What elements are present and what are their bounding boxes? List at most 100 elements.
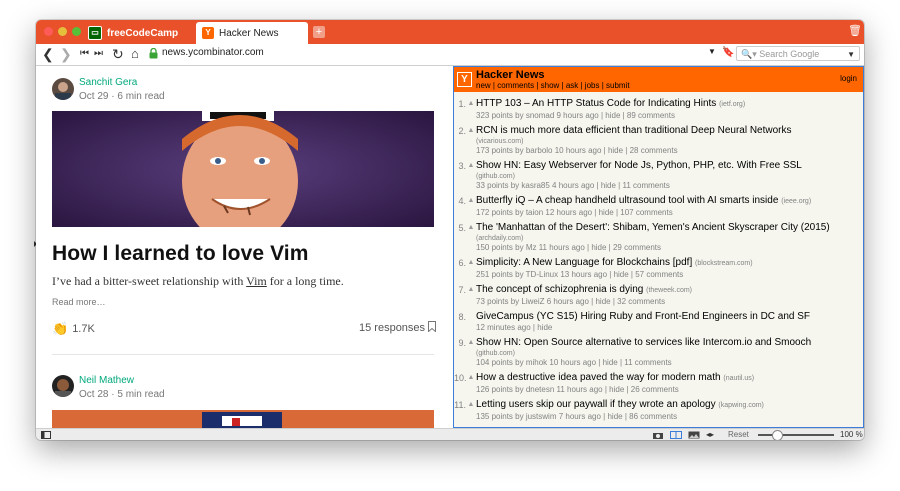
upvote-icon[interactable]: ▲ [466,98,476,121]
upvote-icon[interactable]: ▲ [466,337,476,368]
item-meta[interactable]: 73 points by LiweiZ 6 hours ago | hide |… [476,297,863,307]
item-title-link[interactable]: The concept of schizophrenia is dying [476,284,643,295]
zoom-level: 100 % [840,430,863,439]
avatar[interactable] [52,375,74,397]
item-body: Butterfly iQ – A cheap handheld ultrasou… [476,195,863,218]
item-rank: 7. [458,285,466,295]
url-dropdown-icon[interactable]: ▼ [708,47,716,56]
item-rank: 1. [458,99,466,109]
item-meta[interactable]: 135 points by justswim 7 hours ago | hid… [476,412,863,422]
item-title-link[interactable]: The 'Manhattan of the Desert': Shibam, Y… [476,222,830,233]
item-title-line: Simplicity: A New Language for Blockchai… [476,257,863,270]
clap-icon[interactable]: 👏 [52,321,68,337]
item-site[interactable]: (vicarious.com) [476,137,863,146]
code-icon[interactable]: ◂▸ [706,430,714,439]
item-title-link[interactable]: RCN is much more data efficient than tra… [476,125,792,136]
tab-freecodecamp[interactable]: ▭ freeCodeCamp [82,22,194,44]
item-title-link[interactable]: Letting users skip our paywall if they w… [476,399,716,410]
y-logo-icon[interactable]: Y [457,72,472,87]
y-icon: Y [202,27,214,39]
item-meta[interactable]: 251 points by TD-Linux 13 hours ago | hi… [476,270,863,280]
item-site[interactable]: (github.com) [476,172,863,181]
item-body: Show HN: Easy Webserver for Node Js, Pyt… [476,160,863,191]
hn-item: 9. ▲ Show HN: Open Source alternative to s… [454,337,863,368]
tile-view-icon[interactable] [670,431,682,439]
item-meta[interactable]: 323 points by snomad 9 hours ago | hide … [476,111,863,121]
search-input[interactable]: 🔍▾ Search Google ▼ [736,46,860,61]
image-icon[interactable] [688,431,700,439]
item-site[interactable]: (ieee.org) [781,198,811,205]
hn-nav-links[interactable]: new | comments | show | ask | jobs | sub… [476,81,630,90]
zoom-slider-handle[interactable] [772,430,783,440]
upvote-icon[interactable]: ▲ [466,195,476,218]
responses-link[interactable]: 15 responses [359,322,425,334]
hacker-news-pane: Y Hacker News new | comments | show | as… [453,66,864,428]
item-site[interactable]: (nautil.us) [723,375,754,382]
new-tab-button[interactable]: + [313,26,325,38]
reload-icon[interactable]: ↻ [112,46,124,62]
fast-forward-icon[interactable]: ⏭ [94,46,103,62]
item-site[interactable]: (archdaily.com) [476,234,863,243]
camera-icon[interactable] [652,431,664,439]
item-title-link[interactable]: Show HN: Easy Webserver for Node Js, Pyt… [476,160,802,171]
item-site[interactable]: (github.com) [476,349,863,358]
close-window-button[interactable] [44,27,53,36]
item-title-link[interactable]: Butterfly iQ – A cheap handheld ultrasou… [476,195,778,206]
upvote-icon[interactable]: ▲ [466,257,476,280]
minimize-window-button[interactable] [58,27,67,36]
item-site[interactable]: (theweek.com) [646,287,692,294]
item-body: The 'Manhattan of the Desert': Shibam, Y… [476,222,863,253]
vim-link[interactable]: Vim [246,274,267,288]
upvote-icon[interactable]: ▲ [466,222,476,253]
item-meta[interactable]: 33 points by kasra85 4 hours ago | hide … [476,181,863,191]
item-site[interactable]: (blockstream.com) [695,260,753,267]
read-more-link[interactable]: Read more… [52,297,106,307]
item-site[interactable]: (kapwing.com) [718,402,764,409]
address-bar[interactable]: news.ycombinator.com [162,47,264,58]
upvote-icon[interactable]: ▲ [466,372,476,395]
avatar[interactable] [52,78,74,100]
item-meta[interactable]: 150 points by Mz 11 hours ago | hide | 2… [476,243,863,253]
item-title-link[interactable]: HTTP 103 – An HTTP Status Code for Indic… [476,98,716,109]
upvote-icon[interactable]: ▲ [466,399,476,422]
panel-toggle-icon[interactable] [41,431,53,439]
item-meta[interactable]: 173 points by barbolo 10 hours ago | hid… [476,146,863,156]
item-title-link[interactable]: Simplicity: A New Language for Blockchai… [476,257,692,268]
search-engine-dropdown-icon[interactable]: ▼ [847,47,855,62]
zoom-slider[interactable] [758,434,834,436]
item-meta[interactable]: 12 minutes ago | hide [476,323,863,333]
back-icon[interactable]: ❮ [42,46,54,62]
reset-zoom-button[interactable]: Reset [728,430,749,439]
home-icon[interactable]: ⌂ [131,46,139,62]
hero-image[interactable] [52,410,434,428]
item-title-link[interactable]: How a destructive idea paved the way for… [476,372,721,383]
item-meta[interactable]: 104 points by mihok 10 hours ago | hide … [476,358,863,368]
author-name[interactable]: Neil Mathew [79,375,165,386]
tab-label: Hacker News [219,27,279,39]
author-name[interactable]: Sanchit Gera [79,77,165,88]
login-link[interactable]: login [840,74,857,83]
item-title-link[interactable]: GiveCampus (YC S15) Hiring Ruby and Fron… [476,311,810,322]
tab-hacker-news[interactable]: Y Hacker News [196,22,308,44]
item-meta[interactable]: 126 points by dnetesn 11 hours ago | hid… [476,385,863,395]
forward-icon[interactable]: ❯ [60,46,72,62]
bookmark-icon[interactable]: 🔖 [722,47,734,58]
search-icon: 🔍▾ [741,49,757,59]
upvote-icon[interactable]: ▲ [466,160,476,191]
upvote-icon[interactable]: ▲ [466,125,476,156]
item-title-line: Show HN: Open Source alternative to serv… [476,337,863,349]
item-site[interactable]: (ietf.org) [719,101,745,108]
maximize-window-button[interactable] [72,27,81,36]
post-title[interactable]: How I learned to love Vim [52,242,309,266]
upvote-icon[interactable]: ▲ [466,284,476,307]
item-meta[interactable]: 172 points by taion 12 hours ago | hide … [476,208,863,218]
item-rank: 8. [458,312,466,322]
rewind-icon[interactable]: ⏮ [80,46,89,62]
item-title-link[interactable]: Show HN: Open Source alternative to serv… [476,337,811,348]
trash-icon[interactable]: 🗑 [848,25,862,38]
item-body: How a destructive idea paved the way for… [476,372,863,395]
item-body: HTTP 103 – An HTTP Status Code for Indic… [476,98,863,121]
hn-title[interactable]: Hacker News [476,69,545,81]
hero-image[interactable] [52,111,434,227]
bookmark-icon[interactable] [428,321,436,332]
